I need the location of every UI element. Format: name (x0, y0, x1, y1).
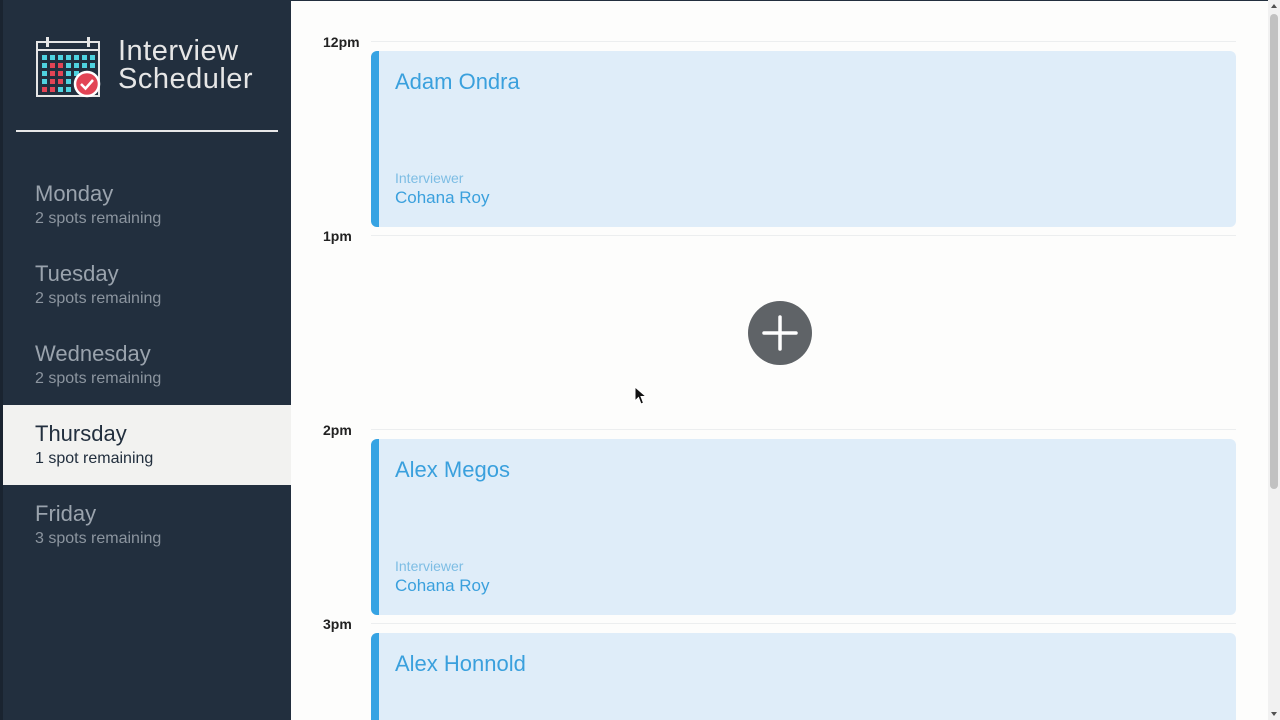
interviewer-name: Cohana Roy (395, 188, 490, 207)
day-item-thursday[interactable]: Thursday 1 spot remaining (3, 405, 291, 485)
brand: Interview Scheduler (36, 36, 276, 100)
day-spots-remaining: 2 spots remaining (35, 290, 162, 307)
app-title-line2: Scheduler (118, 63, 254, 95)
student-name: Alex Honnold (395, 651, 526, 676)
day-spots-remaining: 3 spots remaining (35, 530, 162, 547)
day-name: Monday (35, 181, 114, 206)
calendar-check-icon (36, 37, 101, 98)
day-item-wednesday[interactable]: Wednesday 2 spots remaining (0, 325, 291, 405)
day-item-friday[interactable]: Friday 3 spots remaining (0, 485, 291, 565)
interviewer-label: Interviewer (395, 170, 464, 186)
time-label-1pm: 1pm (323, 228, 352, 244)
day-item-tuesday[interactable]: Tuesday 2 spots remaining (0, 245, 291, 325)
appointment-card[interactable]: Adam Ondra Interviewer Cohana Roy (371, 51, 1236, 227)
time-label-12pm: 12pm (323, 34, 360, 50)
top-border (291, 0, 1268, 1)
slot-separator (371, 235, 1236, 236)
day-item-monday[interactable]: Monday 2 spots remaining (0, 165, 291, 245)
interviewer-name: Cohana Roy (395, 576, 490, 595)
day-spots-remaining: 1 spot remaining (35, 450, 154, 467)
app-title-line1: Interview (118, 35, 239, 67)
plus-icon (762, 315, 798, 351)
day-name: Tuesday (35, 261, 119, 286)
app-title: Interview Scheduler (118, 35, 254, 95)
time-label-2pm: 2pm (323, 422, 352, 438)
scrollbar-thumb[interactable] (1270, 14, 1278, 489)
mouse-cursor-icon (634, 386, 648, 405)
student-name: Adam Ondra (395, 69, 520, 94)
day-spots-remaining: 2 spots remaining (35, 370, 162, 387)
scroll-up-arrow-icon[interactable] (1270, 2, 1278, 10)
slot-separator (371, 41, 1236, 42)
schedule-panel: 12pm Adam Ondra Interviewer Cohana Roy 1… (291, 0, 1268, 720)
sidebar: Interview Scheduler Monday 2 spots remai… (0, 0, 291, 720)
appointment-card[interactable]: Alex Megos Interviewer Cohana Roy (371, 439, 1236, 615)
interviewer-label: Interviewer (395, 558, 464, 574)
day-list: Monday 2 spots remaining Tuesday 2 spots… (0, 165, 291, 565)
day-name: Friday (35, 501, 97, 526)
vertical-scrollbar[interactable] (1268, 0, 1280, 720)
student-name: Alex Megos (395, 457, 510, 482)
slot-separator (371, 429, 1236, 430)
time-label-3pm: 3pm (323, 616, 352, 632)
day-spots-remaining: 2 spots remaining (35, 210, 162, 227)
day-name: Wednesday (35, 341, 151, 366)
slot-separator (371, 623, 1236, 624)
sidebar-divider (16, 130, 278, 132)
add-appointment-button[interactable] (748, 301, 812, 365)
scroll-down-arrow-icon[interactable] (1270, 710, 1278, 718)
app-window: Interview Scheduler Monday 2 spots remai… (0, 0, 1280, 720)
appointment-card[interactable]: Alex Honnold (371, 633, 1236, 720)
day-name: Thursday (35, 421, 127, 446)
